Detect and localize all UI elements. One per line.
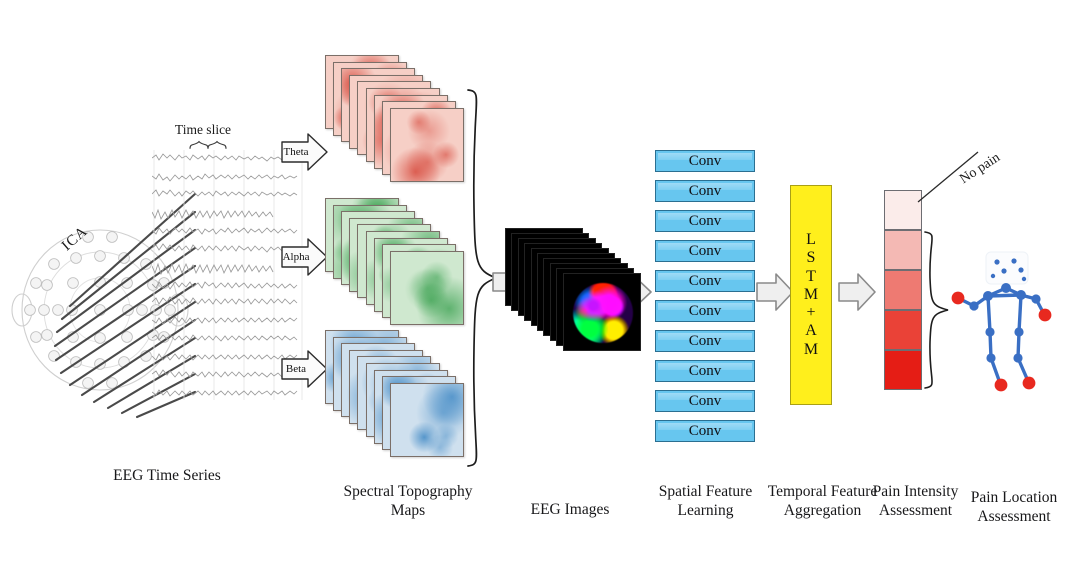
time-slice-label: Time slice (174, 122, 232, 137)
conv-block-label: Conv (688, 302, 722, 319)
topomap-stack-alpha (325, 198, 485, 338)
topomap-tile (389, 250, 464, 325)
conv-block[interactable]: Conv (655, 390, 755, 412)
pain-intensity-segment (884, 310, 922, 350)
arrow-to-lstm (756, 273, 794, 311)
pain-intensity-segment (884, 350, 922, 390)
conv-block[interactable]: Conv (655, 180, 755, 202)
conv-block-label: Conv (688, 212, 722, 229)
figure-canvas: ICA Time slice Theta Alpha Beta Conv Con… (0, 0, 1080, 566)
eeg-image-topomap (572, 283, 633, 343)
caption-eeg-images: EEG Images (530, 501, 610, 518)
lstm-letter: T (806, 267, 816, 285)
topomap-stack-beta (325, 330, 485, 470)
conv-block[interactable]: Conv (655, 210, 755, 232)
conv-block-label: Conv (688, 242, 722, 259)
lstm-letter: M (803, 285, 819, 303)
caption-spatial-feature: Spatial Feature Learning (658, 483, 753, 520)
pain-intensity-bar (884, 190, 922, 390)
lstm-letter: S (806, 249, 816, 267)
eeg-image-stack (505, 228, 645, 351)
conv-block-label: Conv (688, 182, 722, 199)
conv-stack: Conv Conv Conv Conv Conv Conv Conv Conv Conv Conv (655, 150, 755, 448)
conv-block[interactable]: Conv (655, 240, 755, 262)
caption-eeg-time-series: EEG Time Series (113, 467, 221, 484)
conv-block[interactable]: Conv (655, 300, 755, 322)
conv-block-label: Conv (688, 362, 722, 379)
lstm-letter: A (805, 322, 817, 340)
conv-block-label: Conv (688, 152, 722, 169)
band-label-alpha: Alpha (282, 251, 310, 263)
conv-block-label: Conv (688, 332, 722, 349)
band-label-theta: Theta (283, 146, 309, 158)
arrow-to-pain-scale (838, 273, 876, 311)
caption-pain-intensity: Pain Intensity Assessment (872, 483, 959, 520)
conv-block[interactable]: Conv (655, 330, 755, 352)
lstm-am-block: L S T M + A M (790, 185, 832, 405)
lstm-letter: + (806, 304, 816, 322)
topomap-tile (389, 107, 464, 182)
conv-block[interactable]: Conv (655, 420, 755, 442)
topomap-stack-theta (325, 55, 485, 195)
conv-block-label: Conv (688, 422, 722, 439)
pain-intensity-segment (884, 230, 922, 270)
pain-intensity-segment (884, 270, 922, 310)
lstm-letter: M (803, 340, 819, 358)
pain-location-skeleton (951, 251, 1052, 392)
conv-block-label: Conv (688, 392, 722, 409)
conv-block-label: Conv (688, 272, 722, 289)
time-slice-brace (189, 140, 227, 149)
conv-block[interactable]: Conv (655, 150, 755, 172)
lstm-letter: L (806, 230, 816, 248)
caption-spectral-topography: Spectral Topography Maps (343, 483, 473, 520)
conv-block[interactable]: Conv (655, 270, 755, 292)
eeg-image-tile (562, 273, 641, 351)
topomap-tile (389, 382, 464, 457)
conv-block[interactable]: Conv (655, 360, 755, 382)
caption-pain-location: Pain Location Assessment (970, 489, 1058, 526)
band-label-beta: Beta (285, 363, 307, 375)
